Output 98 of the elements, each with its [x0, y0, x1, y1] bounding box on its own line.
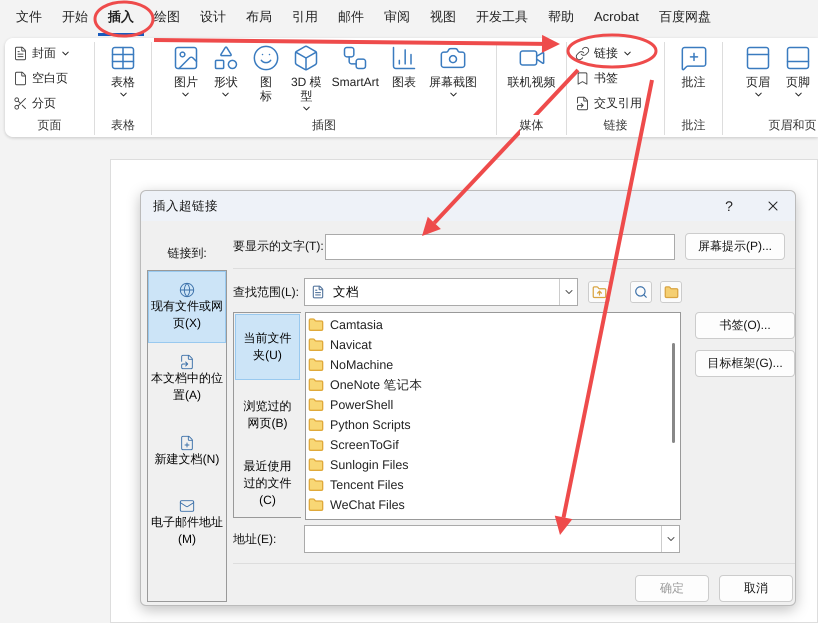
link-target-item[interactable]: 电子邮件地址(M)	[148, 487, 226, 559]
footer-icon	[784, 44, 812, 72]
ribbon-tab[interactable]: 设计	[190, 0, 236, 36]
cover-page-icon	[13, 46, 28, 62]
folder-button[interactable]	[660, 281, 682, 303]
folder-icon	[308, 337, 324, 353]
ribbon-button[interactable]: 页脚	[781, 42, 815, 115]
link-icon	[575, 46, 590, 62]
folder-icon	[308, 377, 324, 393]
ribbon-tab[interactable]: 帮助	[538, 0, 584, 36]
ribbon-button[interactable]: 链接	[571, 42, 637, 66]
browse-tab[interactable]: 最近使用过的文件(C)	[235, 450, 300, 516]
ribbon-button[interactable]: 形状	[208, 42, 243, 115]
web-search-button[interactable]	[630, 281, 652, 303]
globe-icon	[179, 282, 195, 298]
ribbon-tab[interactable]: 审阅	[374, 0, 420, 36]
ribbon-button[interactable]: 表格	[106, 42, 140, 115]
ribbon-button[interactable]: 书签	[571, 66, 622, 90]
file-list-item[interactable]: ScreenToGif	[308, 435, 666, 455]
file-list-item[interactable]: NoMachine	[308, 355, 666, 375]
document-link-icon	[179, 354, 195, 370]
file-list-item[interactable]: Tencent Files	[308, 475, 666, 495]
display-text-field[interactable]	[325, 234, 675, 260]
folder-icon	[308, 417, 324, 433]
ribbon-tab[interactable]: Acrobat	[584, 0, 649, 36]
ribbon-tab[interactable]: 布局	[236, 0, 282, 36]
table-icon	[109, 44, 137, 72]
ribbon-button[interactable]: 分页	[9, 91, 60, 116]
ribbon-tab[interactable]: 百度网盘	[648, 0, 721, 36]
browse-tab[interactable]: 浏览过的网页(B)	[235, 382, 300, 448]
file-list-item[interactable]: Python Scripts	[308, 415, 666, 435]
folder-icon	[308, 317, 324, 333]
ribbon-button[interactable]: SmartArt	[330, 42, 382, 115]
folder-icon	[308, 397, 324, 413]
ribbon-button[interactable]: 空白页	[9, 66, 72, 90]
look-in-dropdown[interactable]: 文档	[304, 278, 578, 306]
shapes-icon	[212, 44, 240, 72]
link-target-item[interactable]: 新建文档(N)	[148, 415, 226, 487]
ribbon-button[interactable]: 图表	[387, 42, 422, 115]
group-label: 媒体	[520, 115, 544, 135]
link-target-item[interactable]: 现有文件或网页(X)	[148, 271, 226, 343]
header-icon	[744, 44, 772, 72]
ribbon-tab[interactable]: 开始	[52, 0, 98, 36]
folder-icon	[308, 357, 324, 373]
highlight-circle	[94, 0, 154, 38]
folder-icon	[308, 497, 324, 513]
field-label: 地址(E):	[233, 530, 278, 548]
help-button[interactable]: ?	[707, 191, 751, 221]
ribbon-tab[interactable]: 视图	[420, 0, 466, 36]
folder-up-icon	[592, 284, 606, 300]
file-list-item[interactable]: OneNote 笔记本	[308, 375, 666, 395]
dialog-title: 插入超链接	[153, 198, 219, 214]
mail-icon	[179, 498, 195, 514]
folder-icon	[308, 437, 324, 453]
ribbon-tab[interactable]: 邮件	[328, 0, 374, 36]
blank-page-icon	[13, 71, 28, 86]
comment-icon	[680, 44, 708, 72]
folder-icon	[308, 477, 324, 493]
ribbon-tab[interactable]: 引用	[282, 0, 328, 36]
file-list-item[interactable]: PowerShell	[308, 395, 666, 415]
field-label: 要显示的文字(T):	[233, 238, 321, 255]
folder-icon	[308, 457, 324, 473]
bookmark-icon	[575, 71, 590, 86]
document-icon	[311, 285, 325, 299]
dialog-button[interactable]: 目标框架(G)...	[695, 350, 795, 377]
field-label: 查找范围(L):	[233, 284, 300, 300]
dialog-button[interactable]: 取消	[719, 575, 793, 602]
folder-icon	[664, 284, 678, 300]
file-list-item[interactable]: Camtasia	[308, 315, 666, 335]
ribbon-button[interactable]: 联机视频	[506, 42, 558, 115]
file-list-item[interactable]: Navicat	[308, 335, 666, 355]
picture-icon	[172, 44, 200, 72]
search-icon	[634, 285, 648, 299]
ribbon-button[interactable]: 交叉引用	[571, 91, 646, 116]
ribbon-button[interactable]: 页眉	[741, 42, 775, 115]
screen-tip-button[interactable]: 屏幕提示(P)...	[685, 233, 785, 260]
cross-reference-icon	[575, 96, 590, 111]
link-target-item[interactable]: 本文档中的位置(A)	[148, 343, 226, 415]
address-combobox[interactable]	[304, 525, 680, 553]
ribbon-button[interactable]: 图片	[168, 42, 203, 115]
cube-icon	[292, 44, 320, 72]
scrollbar-thumb[interactable]	[672, 343, 674, 443]
file-list-item[interactable]: WeChat Files	[308, 495, 666, 515]
ribbon-button[interactable]: 封面	[9, 42, 75, 66]
browse-tab[interactable]: 当前文件夹(U)	[235, 314, 300, 380]
ribbon-button[interactable]: 批注	[676, 42, 710, 115]
ribbon-button[interactable]: 屏幕截图	[427, 42, 480, 115]
ribbon-tab[interactable]: 开发工具	[466, 0, 538, 36]
smartart-icon	[341, 44, 370, 72]
ribbon-button[interactable]: 图 标	[248, 42, 283, 115]
ribbon-tab[interactable]: 绘图	[144, 0, 190, 36]
ribbon-tab[interactable]: 文件	[6, 0, 52, 36]
file-list-item[interactable]: Sunlogin Files	[308, 455, 666, 475]
link-to-label: 链接到:	[167, 245, 207, 262]
page-break-icon	[13, 96, 28, 111]
dialog-button[interactable]: 书签(O)...	[695, 312, 795, 339]
new-document-icon	[179, 434, 195, 450]
ribbon-button[interactable]: 3D 模 型	[288, 42, 324, 115]
